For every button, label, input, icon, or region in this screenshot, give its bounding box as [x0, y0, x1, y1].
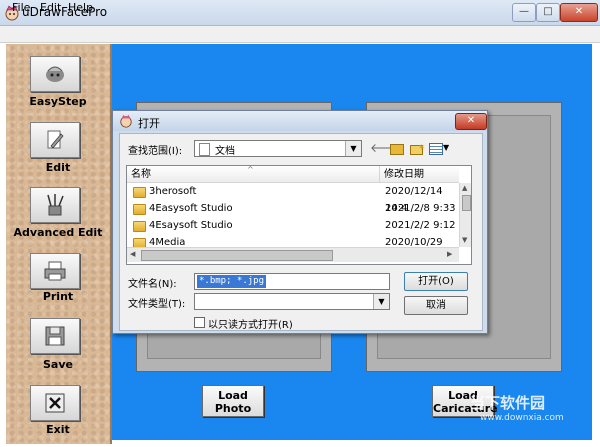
menu-file[interactable]: File: [12, 1, 30, 14]
file-date: 2020/10/29 13:4: [385, 237, 443, 247]
watermark-text: 当下软件园: [470, 394, 546, 412]
easystep-label: EasyStep: [29, 95, 87, 108]
open-button[interactable]: 打开(O): [404, 272, 468, 291]
exit-label: Exit: [46, 423, 70, 436]
folder-icon: [133, 204, 146, 215]
load-photo-button[interactable]: Load Photo: [202, 385, 264, 417]
up-folder-icon[interactable]: [388, 140, 404, 156]
view-menu-icon[interactable]: ▼: [428, 140, 452, 156]
edit-button[interactable]: [30, 122, 80, 158]
look-in-combo[interactable]: 文档 ▼: [194, 140, 362, 157]
file-list[interactable]: 名称 修改日期 ^ 3herosoft 2020/12/14 14:4 4Eas…: [126, 165, 472, 265]
look-in-label: 查找范围(I):: [128, 146, 183, 157]
file-date: 2021/2/2 9:12: [385, 220, 456, 231]
print-button[interactable]: [30, 253, 80, 289]
open-file-dialog: 打开 ✕ 查找范围(I): 文档 ▼ 🡐 ✶ ▼ 名称 修改日期 ^ 3hero…: [112, 110, 488, 334]
advanced-edit-label: Advanced Edit: [13, 226, 103, 239]
exit-x-icon: [45, 393, 65, 413]
scroll-up-icon[interactable]: ▲: [462, 184, 467, 192]
file-row[interactable]: 4Easysoft Studio 2021/2/8 9:33: [127, 200, 457, 217]
folder-icon: [133, 238, 146, 247]
filename-input[interactable]: *.bmp; *.jpg: [194, 273, 390, 290]
dialog-title: 打开: [138, 117, 160, 130]
filetype-label: 文件类型(T):: [128, 299, 186, 310]
watermark-url: www.downxia.com: [480, 413, 564, 423]
folder-icon: [133, 221, 146, 232]
chevron-down-icon[interactable]: ▼: [345, 141, 361, 156]
edit-label: Edit: [45, 161, 71, 174]
sort-arrow-icon: ^: [247, 165, 254, 174]
advanced-edit-button[interactable]: [30, 187, 80, 223]
new-folder-icon[interactable]: ✶: [408, 140, 426, 156]
dialog-titlebar: [113, 111, 487, 131]
floppy-icon: [45, 326, 65, 346]
cancel-button[interactable]: 取消: [404, 296, 468, 315]
app-logo-icon: [120, 114, 132, 128]
save-button[interactable]: [30, 318, 80, 354]
scroll-left-icon[interactable]: ◀: [130, 250, 135, 258]
back-arrow-icon[interactable]: 🡐: [370, 140, 402, 156]
file-name: 4Media: [149, 237, 186, 247]
exit-button[interactable]: [30, 385, 80, 421]
file-row[interactable]: 3herosoft 2020/12/14 14:4: [127, 183, 457, 214]
document-icon: [199, 143, 210, 156]
save-label: Save: [43, 358, 73, 371]
file-date: 2021/2/8 9:33: [385, 203, 456, 214]
close-window-button[interactable]: ✕: [560, 3, 598, 22]
scroll-thumb[interactable]: [141, 250, 333, 261]
tool-sidebar: EasyStep Edit Advanced Edit Print Save E…: [6, 44, 112, 444]
menu-edit[interactable]: Edit: [40, 1, 61, 14]
brushes-icon: [47, 194, 64, 216]
look-in-value: 文档: [215, 146, 235, 157]
printer-icon: [44, 261, 66, 281]
chevron-down-icon[interactable]: ▼: [373, 294, 389, 309]
file-name: 3herosoft: [149, 186, 197, 197]
scroll-down-icon[interactable]: ▼: [462, 236, 467, 244]
menu-bar: [0, 26, 600, 43]
filetype-combo[interactable]: ▼: [194, 293, 390, 310]
window-title: uDrawFacePro: [22, 5, 108, 19]
scroll-right-icon[interactable]: ▶: [447, 250, 452, 258]
readonly-label: 以只读方式打开(R): [208, 320, 293, 331]
file-name: 4Easysoft Studio: [149, 203, 233, 214]
scroll-thumb[interactable]: [462, 195, 471, 211]
horizontal-scrollbar[interactable]: ◀ ▶: [127, 247, 459, 262]
dialog-close-button[interactable]: ✕: [455, 113, 487, 130]
easystep-icon: [46, 66, 64, 82]
easystep-button[interactable]: [30, 56, 80, 92]
pen-icon: [47, 130, 64, 149]
maximize-button[interactable]: □: [536, 3, 560, 22]
file-row[interactable]: 4Esaysoft Studio 2021/2/2 9:12: [127, 217, 457, 234]
print-label: Print: [42, 290, 74, 303]
file-row[interactable]: 4Media 2020/10/29 13:4: [127, 234, 457, 247]
filename-label: 文件名(N):: [128, 279, 177, 290]
vertical-scrollbar[interactable]: ▲ ▼: [459, 183, 471, 247]
readonly-checkbox[interactable]: [194, 317, 205, 328]
column-header-date[interactable]: 修改日期: [379, 166, 459, 183]
menu-help[interactable]: Help: [68, 1, 93, 14]
filename-value: *.bmp; *.jpg: [197, 275, 267, 288]
folder-icon: [133, 187, 146, 198]
minimize-button[interactable]: —: [512, 3, 536, 22]
file-name: 4Esaysoft Studio: [149, 220, 233, 231]
dialog-body: 查找范围(I): 文档 ▼ 🡐 ✶ ▼ 名称 修改日期 ^ 3herosoft …: [119, 133, 483, 331]
